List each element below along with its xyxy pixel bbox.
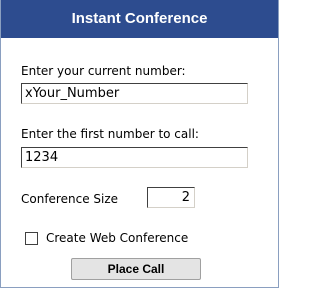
current-number-label: Enter your current number: [21,64,186,78]
place-call-button[interactable]: Place Call [71,258,201,280]
first-number-label: Enter the first number to call: [21,127,199,141]
instant-conference-panel: Instant Conference Enter your current nu… [0,0,279,288]
conference-size-label: Conference Size [21,192,119,206]
first-number-input[interactable]: 1234 [21,147,248,168]
panel-title: Instant Conference [1,0,278,38]
current-number-input[interactable]: xYour_Number [21,83,248,104]
web-conference-label: Create Web Conference [46,231,189,245]
conference-size-input[interactable]: 2 [147,187,195,208]
web-conference-checkbox[interactable] [25,232,38,245]
